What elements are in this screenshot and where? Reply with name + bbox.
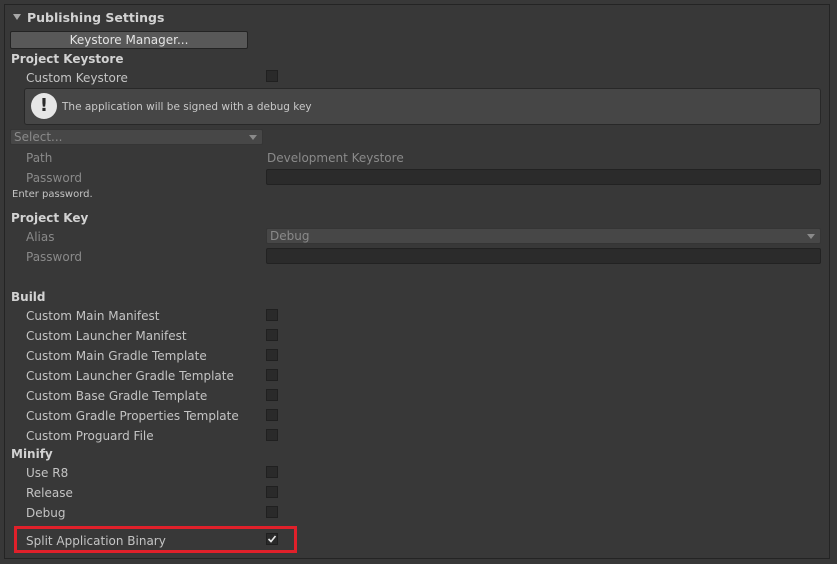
custom-launcher-gradle-template-checkbox[interactable] — [266, 369, 278, 381]
alias-dropdown[interactable]: Debug — [266, 228, 821, 244]
minify-item-label: Debug — [26, 506, 66, 520]
build-item-label: Custom Main Gradle Template — [26, 349, 207, 363]
build-item-label: Custom Gradle Properties Template — [26, 409, 239, 423]
keystore-select-dropdown[interactable]: Select... — [10, 129, 263, 145]
build-item-label: Custom Proguard File — [26, 429, 154, 443]
chevron-down-icon — [807, 234, 815, 239]
build-heading: Build — [11, 290, 46, 304]
keystore-password-label: Password — [26, 171, 83, 185]
path-value: Development Keystore — [267, 151, 404, 165]
alias-value: Debug — [270, 229, 310, 243]
custom-proguard-file-checkbox[interactable] — [266, 429, 278, 441]
minify-heading: Minify — [11, 447, 53, 461]
build-item-label: Custom Launcher Manifest — [26, 329, 187, 343]
key-password-label: Password — [26, 250, 83, 264]
minify-release-checkbox[interactable] — [266, 486, 278, 498]
chevron-down-icon — [249, 135, 257, 140]
minify-item-label: Use R8 — [26, 466, 69, 480]
keystore-password-field[interactable] — [266, 169, 821, 185]
path-label: Path — [26, 151, 53, 165]
custom-base-gradle-template-checkbox[interactable] — [266, 389, 278, 401]
foldout-triangle-down-icon[interactable] — [12, 11, 22, 21]
section-title[interactable]: Publishing Settings — [27, 10, 164, 25]
password-hint: Enter password. — [12, 189, 93, 200]
split-binary-label: Split Application Binary — [26, 534, 166, 548]
keystore-manager-button[interactable]: Keystore Manager... — [10, 31, 248, 49]
custom-keystore-label: Custom Keystore — [26, 71, 128, 85]
help-text: The application will be signed with a de… — [62, 101, 312, 113]
build-item-label: Custom Main Manifest — [26, 309, 160, 323]
use-r8-checkbox[interactable] — [266, 466, 278, 478]
minify-item-label: Release — [26, 486, 73, 500]
help-box: ! The application will be signed with a … — [24, 88, 821, 125]
minify-debug-checkbox[interactable] — [266, 506, 278, 518]
exclamation-icon: ! — [31, 93, 57, 119]
project-keystore-heading: Project Keystore — [11, 52, 124, 66]
build-item-label: Custom Base Gradle Template — [26, 389, 208, 403]
custom-main-gradle-template-checkbox[interactable] — [266, 349, 278, 361]
custom-gradle-properties-template-checkbox[interactable] — [266, 409, 278, 421]
project-key-heading: Project Key — [11, 211, 89, 225]
keystore-select-value: Select... — [14, 130, 63, 144]
custom-main-manifest-checkbox[interactable] — [266, 309, 278, 321]
alias-label: Alias — [26, 230, 55, 244]
key-password-field[interactable] — [266, 248, 821, 264]
custom-keystore-checkbox[interactable] — [266, 70, 278, 82]
custom-launcher-manifest-checkbox[interactable] — [266, 329, 278, 341]
split-binary-checkbox[interactable] — [266, 533, 278, 545]
build-item-label: Custom Launcher Gradle Template — [26, 369, 234, 383]
checkmark-icon — [267, 534, 277, 544]
